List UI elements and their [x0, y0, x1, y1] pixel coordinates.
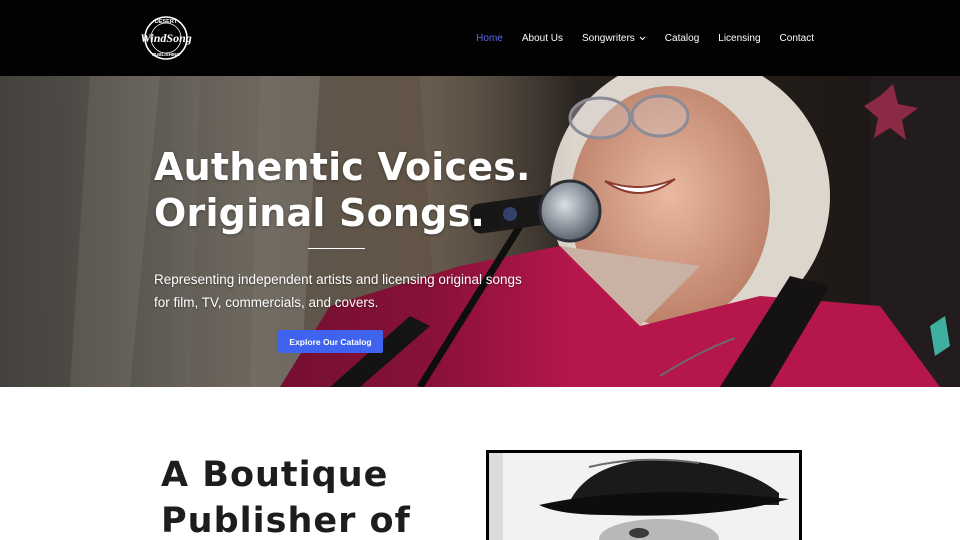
nav-item-label: Catalog	[664, 32, 700, 44]
nav-item-label: Songwriters	[581, 32, 635, 44]
section-heading: A Boutique Publisher of	[161, 452, 421, 540]
logo-text-main: WindSong	[140, 31, 192, 45]
main-nav: Home About Us Songwriters Catalog Licens…	[457, 0, 814, 76]
logo-text-top: DESERT	[155, 19, 178, 25]
explore-catalog-button[interactable]: Explore Our Catalog	[278, 330, 383, 353]
hero-divider	[308, 248, 365, 249]
hero-section: Authentic Voices. Original Songs. Repres…	[0, 76, 960, 387]
section-heading-line-1: A Boutique	[161, 455, 389, 495]
section-heading-line-2: Publisher of	[161, 501, 411, 540]
nav-item-label: Licensing	[718, 32, 761, 44]
site-logo[interactable]: DESERT WindSong PUBLISHING	[137, 14, 195, 62]
chevron-down-icon	[639, 36, 646, 40]
nav-item-label: Contact	[779, 32, 814, 44]
windsong-logo-icon: DESERT WindSong PUBLISHING	[140, 16, 192, 60]
hero-title-line-1: Authentic Voices.	[154, 145, 531, 189]
nav-item-licensing[interactable]: Licensing	[718, 33, 760, 44]
logo-text-bottom: PUBLISHING	[152, 52, 180, 57]
nav-item-label: Home	[476, 32, 503, 44]
hero-subtitle: Representing independent artists and lic…	[154, 272, 522, 310]
nav-item-label: About Us	[521, 32, 563, 44]
songwriter-photo	[486, 450, 802, 540]
nav-item-catalog[interactable]: Catalog	[665, 33, 699, 44]
site-header: DESERT WindSong PUBLISHING Home About Us…	[0, 0, 960, 76]
nav-item-about-us[interactable]: About Us	[522, 33, 563, 44]
cowboy-hat-photo	[489, 453, 799, 540]
nav-item-contact[interactable]: Contact	[780, 33, 814, 44]
nav-item-home[interactable]: Home	[476, 33, 503, 44]
hero-title: Authentic Voices. Original Songs.	[154, 144, 574, 236]
nav-item-songwriters[interactable]: Songwriters	[582, 33, 646, 44]
hero-title-line-2: Original Songs.	[154, 191, 486, 235]
